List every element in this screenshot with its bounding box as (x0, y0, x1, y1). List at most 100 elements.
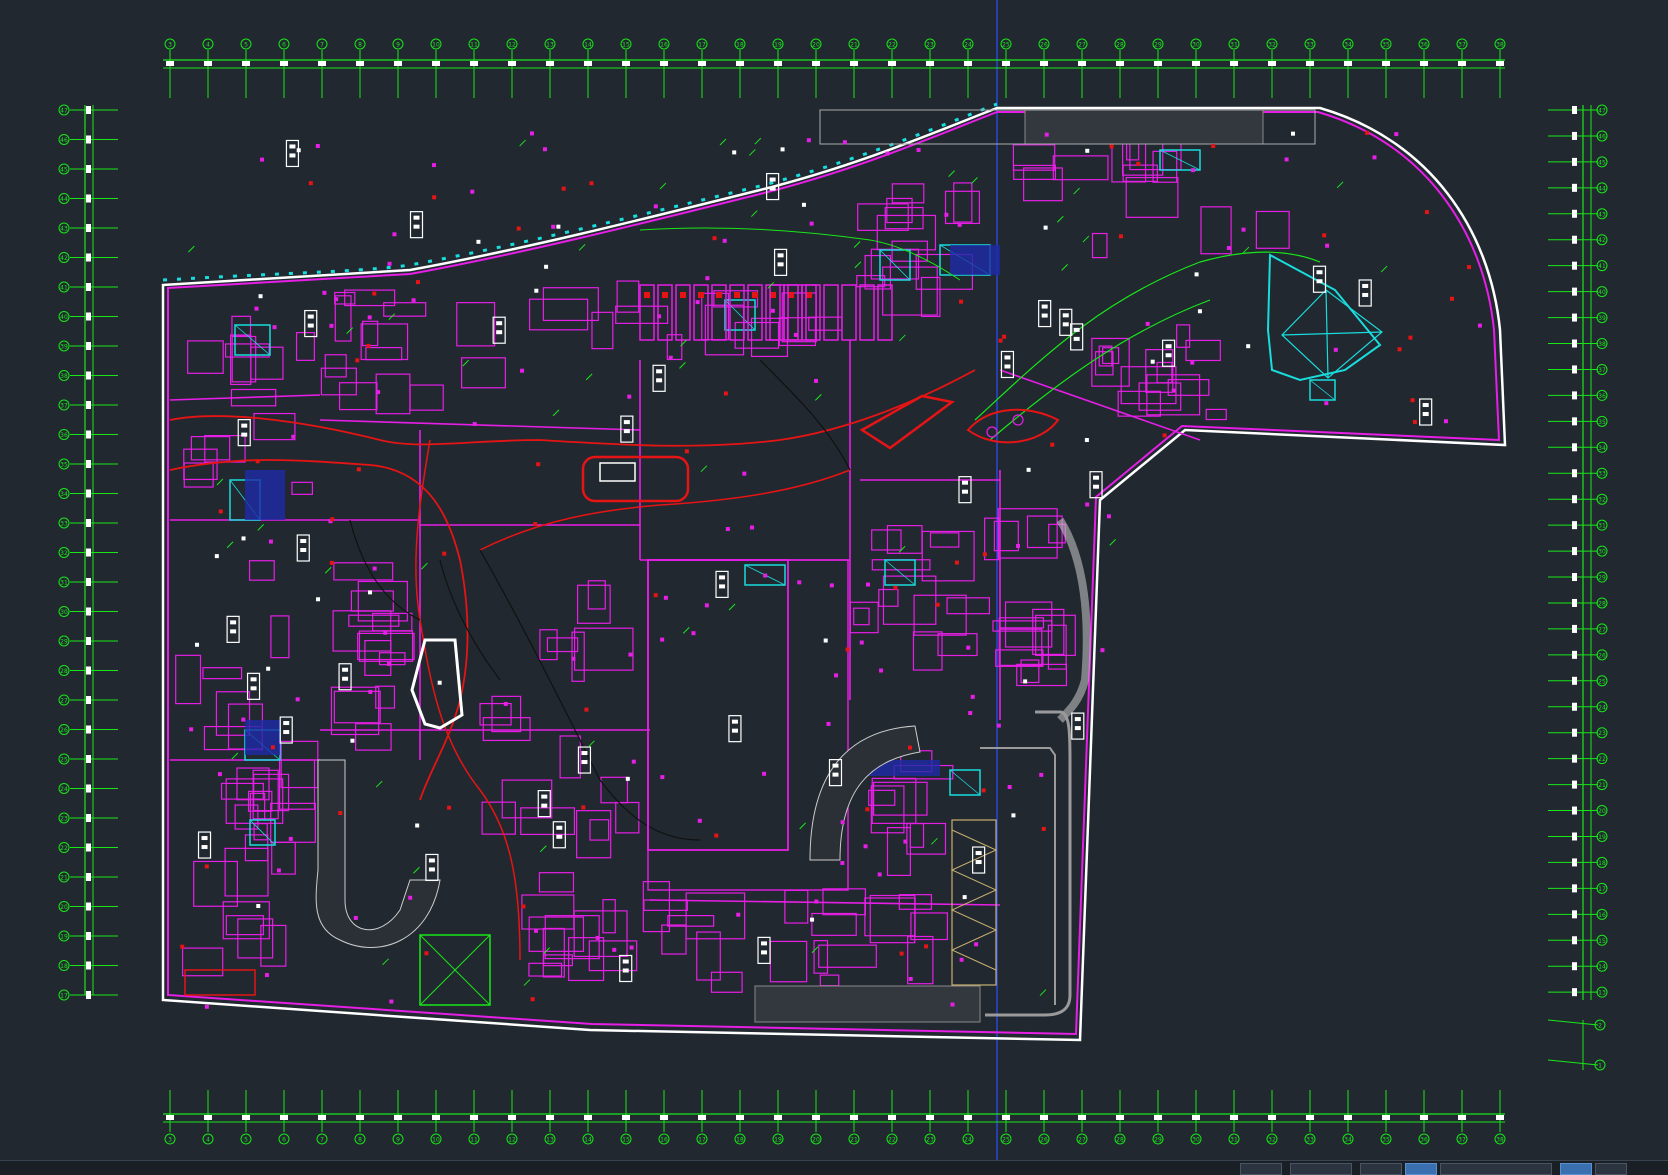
top-grid-label: 27 (1078, 42, 1086, 49)
left-grid-label: 39 (60, 344, 68, 351)
status-button[interactable] (1360, 1163, 1402, 1175)
left-grid-label: 21 (60, 875, 68, 882)
top-grid-label: 9 (396, 42, 400, 49)
bottom-grid-label: 15 (622, 1137, 630, 1144)
top-grid-label: 24 (964, 42, 972, 49)
top-grid-label: 28 (1116, 42, 1124, 49)
right-grid-label: 24 (1598, 704, 1606, 711)
left-grid-label: 20 (60, 904, 68, 911)
right-grid-label: 20 (1598, 808, 1606, 815)
right-grid-label: 44 (1598, 185, 1606, 192)
left-grid-label: 26 (60, 727, 68, 734)
status-button[interactable] (1240, 1163, 1282, 1175)
bottom-grid-label: 18 (736, 1137, 744, 1144)
top-grid-label: 8 (358, 42, 362, 49)
left-grid-label: 19 (60, 934, 68, 941)
left-grid-label: 17 (60, 993, 68, 1000)
right-grid-label: 26 (1598, 652, 1606, 659)
right-grid-label: 16 (1598, 912, 1606, 919)
top-grid-label: 38 (1496, 42, 1504, 49)
right-grid-label: 45 (1598, 159, 1606, 166)
status-button[interactable] (1440, 1163, 1552, 1175)
right-grid-label: 31 (1598, 523, 1606, 530)
top-grid-label: 29 (1154, 42, 1162, 49)
top-grid-label: 25 (1002, 42, 1010, 49)
left-grid-label: 45 (60, 167, 68, 174)
bottom-grid-label: 12 (508, 1137, 516, 1144)
bottom-grid-label: 34 (1344, 1137, 1352, 1144)
left-grid-label: 32 (60, 550, 68, 557)
left-grid-label: 38 (60, 373, 68, 380)
right-grid-label: 23 (1598, 730, 1606, 737)
left-grid-label: 44 (60, 196, 68, 203)
right-grid-label: 33 (1598, 471, 1606, 478)
status-button[interactable] (1290, 1163, 1352, 1175)
status-button[interactable] (1595, 1163, 1627, 1175)
left-grid-label: 42 (60, 255, 68, 262)
bottom-grid-label: 7 (320, 1137, 324, 1144)
top-grid-label: 15 (622, 42, 630, 49)
right-grid-label: 37 (1598, 367, 1606, 374)
bottom-grid-label: 33 (1306, 1137, 1314, 1144)
left-grid-label: 28 (60, 668, 68, 675)
right-grid-label: 42 (1598, 237, 1606, 244)
right-grid-label: 38 (1598, 341, 1606, 348)
top-grid-label: 18 (736, 42, 744, 49)
cad-drawing-canvas[interactable]: 3 4 5 6 7 8 9 10 11 12 13 14 15 16 17 18 19 20 21 22 23 24 25 2… (0, 0, 1668, 1160)
right-grid-label: 22 (1598, 756, 1606, 763)
top-grid-label: 11 (470, 42, 478, 49)
top-grid-label: 12 (508, 42, 516, 49)
bottom-grid-label: 26 (1040, 1137, 1048, 1144)
bottom-grid-label: 9 (396, 1137, 400, 1144)
bottom-grid-label: 11 (470, 1137, 478, 1144)
top-grid-label: 20 (812, 42, 820, 49)
status-bar (0, 1160, 1668, 1175)
right-grid-label: 28 (1598, 600, 1606, 607)
left-grid-label: 18 (60, 963, 68, 970)
left-grid-label: 47 (60, 108, 68, 115)
left-grid-label: 43 (60, 226, 68, 233)
bottom-grid-label: 22 (888, 1137, 896, 1144)
right-grid-label: 15 (1598, 938, 1606, 945)
left-grid-label: 23 (60, 816, 68, 823)
hatched-top-band (1024, 109, 1264, 145)
left-grid-label: 34 (60, 491, 68, 498)
left-grid-label: 29 (60, 639, 68, 646)
top-grid-label: 21 (850, 42, 858, 49)
top-grid-label: 34 (1344, 42, 1352, 49)
right-grid-label: 30 (1598, 549, 1606, 556)
left-grid-label: 40 (60, 314, 68, 321)
top-grid-label: 3 (168, 42, 172, 49)
bottom-grid-label: 19 (774, 1137, 782, 1144)
left-grid-label: 24 (60, 786, 68, 793)
bottom-grid-label: 14 (584, 1137, 592, 1144)
top-grid-label: 35 (1382, 42, 1390, 49)
right-grid-label: 21 (1598, 782, 1606, 789)
top-grid-label: 26 (1040, 42, 1048, 49)
right-grid-label: 43 (1598, 211, 1606, 218)
bottom-grid-label: 27 (1078, 1137, 1086, 1144)
bottom-grid-label: 13 (546, 1137, 554, 1144)
status-button-active[interactable] (1405, 1163, 1437, 1175)
right-grid-label: 32 (1598, 497, 1606, 504)
top-grid-label: 30 (1192, 42, 1200, 49)
right-grid-label: 1 (1598, 1063, 1602, 1070)
left-grid-label: 36 (60, 432, 68, 439)
bottom-grid-label: 20 (812, 1137, 820, 1144)
bottom-grid-label: 4 (206, 1137, 210, 1144)
bottom-grid-label: 31 (1230, 1137, 1238, 1144)
status-button-active[interactable] (1560, 1163, 1592, 1175)
right-grid-label: 29 (1598, 575, 1606, 582)
bottom-grid-label: 6 (282, 1137, 286, 1144)
right-grid-label: 46 (1598, 133, 1606, 140)
right-grid-label: 13 (1598, 990, 1606, 997)
bottom-grid-label: 36 (1420, 1137, 1428, 1144)
bottom-grid-label: 5 (244, 1137, 248, 1144)
bottom-grid-label: 28 (1116, 1137, 1124, 1144)
left-grid-label: 33 (60, 521, 68, 528)
bottom-grid-label: 24 (964, 1137, 972, 1144)
top-grid-label: 19 (774, 42, 782, 49)
top-grid-label: 33 (1306, 42, 1314, 49)
bottom-grid-label: 23 (926, 1137, 934, 1144)
bottom-grid-label: 35 (1382, 1137, 1390, 1144)
